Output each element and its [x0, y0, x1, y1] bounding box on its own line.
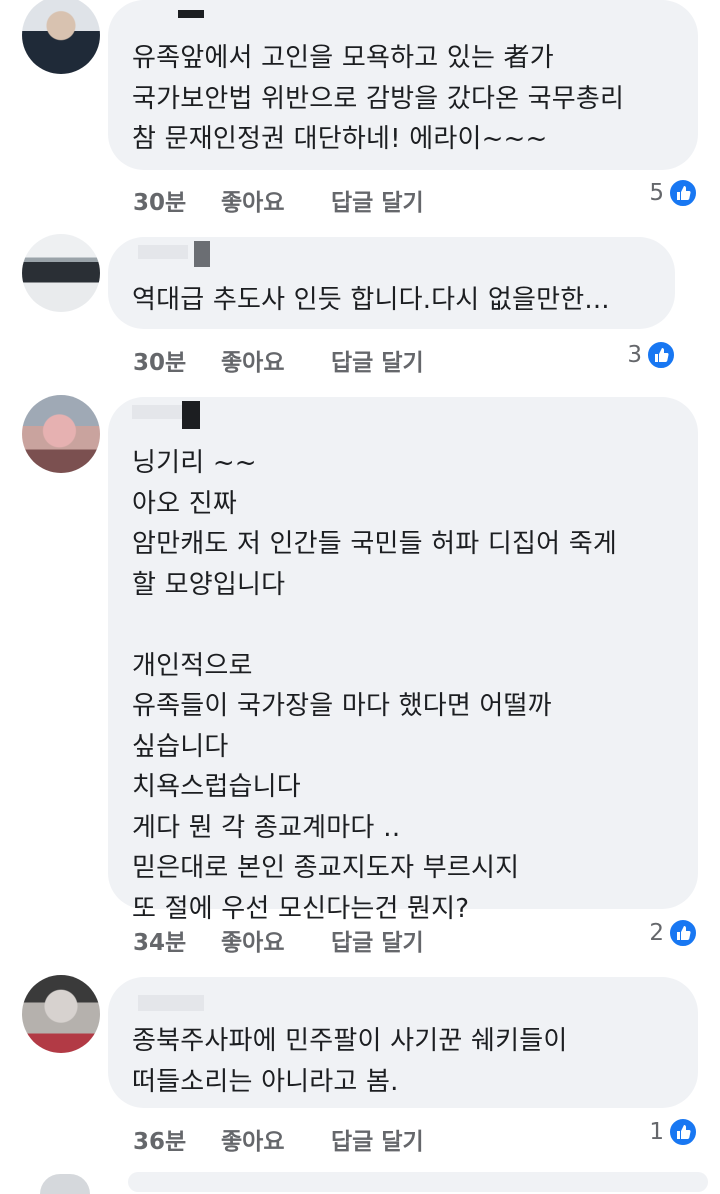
comment-text: 닝기리 ~~ 아오 진짜 암만캐도 저 인간들 국민들 허파 디집어 죽게 할 …	[132, 448, 617, 924]
commenter-avatar[interactable]	[22, 0, 100, 74]
commenter-name-redacted[interactable]	[138, 995, 208, 1011]
reply-button[interactable]: 답글 달기	[331, 343, 424, 377]
reply-button[interactable]: 답글 달기	[331, 183, 424, 217]
comment-bubble: 닝기리 ~~ 아오 진짜 암만캐도 저 인간들 국민들 허파 디집어 죽게 할 …	[108, 397, 698, 924]
commenter-name-redacted[interactable]	[138, 8, 208, 24]
commenter-name-redacted[interactable]	[132, 401, 222, 429]
reaction-count: 3	[627, 342, 642, 368]
like-button[interactable]: 좋아요	[221, 183, 284, 217]
commenter-name-redacted[interactable]	[138, 241, 210, 267]
comment-bubble: 역대급 추도사 인듯 합니다.다시 없을만한...	[108, 237, 675, 329]
comment-text: 역대급 추도사 인듯 합니다.다시 없을만한...	[132, 285, 610, 315]
commenter-avatar[interactable]	[22, 975, 100, 1053]
like-button[interactable]: 좋아요	[221, 923, 284, 957]
comment-bubble	[128, 1172, 708, 1192]
comment-bubble: 종북주사파에 민주팔이 사기꾼 쉐키들이 떠들소리는 아니라고 봄.	[108, 977, 698, 1108]
thumbs-up-icon	[646, 340, 676, 370]
comment-timestamp[interactable]: 30분	[133, 343, 186, 377]
comment-text: 유족앞에서 고인을 모욕하고 있는 者가 국가보안법 위반으로 감방을 갔다온 …	[132, 43, 625, 154]
reaction-count: 2	[649, 920, 664, 946]
reaction-summary[interactable]: 5	[649, 178, 698, 208]
comment-timestamp[interactable]: 34분	[133, 923, 186, 957]
thumbs-up-icon	[668, 918, 698, 948]
reply-button[interactable]: 답글 달기	[331, 1122, 424, 1156]
commenter-avatar[interactable]	[40, 1174, 90, 1194]
reaction-summary[interactable]: 2	[649, 918, 698, 948]
like-button[interactable]: 좋아요	[221, 343, 284, 377]
comment-timestamp[interactable]: 36분	[133, 1122, 186, 1156]
reaction-summary[interactable]: 3	[627, 340, 676, 370]
like-button[interactable]: 좋아요	[221, 1122, 284, 1156]
reaction-summary[interactable]: 1	[649, 1117, 698, 1147]
commenter-avatar[interactable]	[22, 234, 100, 312]
reply-button[interactable]: 답글 달기	[331, 923, 424, 957]
comment-bubble: 유족앞에서 고인을 모욕하고 있는 者가 국가보안법 위반으로 감방을 갔다온 …	[108, 0, 698, 170]
comment-text: 종북주사파에 민주팔이 사기꾼 쉐키들이 떠들소리는 아니라고 봄.	[132, 1026, 568, 1097]
commenter-avatar[interactable]	[22, 395, 100, 473]
comment-timestamp[interactable]: 30분	[133, 183, 186, 217]
reaction-count: 5	[649, 180, 664, 206]
reaction-count: 1	[649, 1119, 664, 1145]
thumbs-up-icon	[668, 1117, 698, 1147]
thumbs-up-icon	[668, 178, 698, 208]
